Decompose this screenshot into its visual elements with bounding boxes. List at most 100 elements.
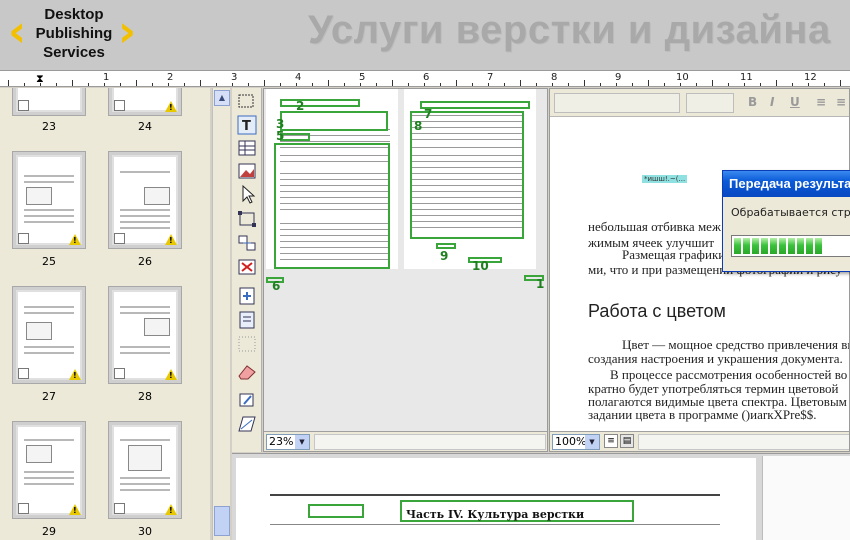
text-frame-tool-icon[interactable]: T bbox=[236, 115, 258, 135]
ruler-tick bbox=[8, 80, 9, 86]
progress-segment bbox=[788, 238, 795, 254]
chevron-down-icon[interactable]: ▼ bbox=[585, 435, 599, 449]
layout-horizontal-scrollbar[interactable] bbox=[314, 434, 546, 450]
ruler-tick bbox=[40, 83, 41, 86]
align-center-icon[interactable]: ≡ bbox=[836, 95, 846, 109]
page-thumbnail[interactable] bbox=[12, 421, 86, 519]
ruler-tick bbox=[664, 83, 665, 86]
page-thumbnail[interactable] bbox=[12, 286, 86, 384]
page-thumbnail[interactable] bbox=[108, 421, 182, 519]
skew-tool-icon[interactable] bbox=[236, 414, 258, 434]
ruler-tick bbox=[200, 80, 201, 86]
page-icon bbox=[18, 503, 29, 514]
page-thumbnail[interactable] bbox=[108, 88, 182, 116]
insert-page-tool-icon[interactable] bbox=[236, 310, 258, 330]
font-size-select[interactable] bbox=[686, 93, 734, 113]
rotate-tool-icon[interactable] bbox=[236, 390, 258, 410]
underline-icon[interactable]: U bbox=[790, 95, 800, 109]
unlink-frames-tool-icon[interactable] bbox=[236, 257, 258, 277]
layout-view[interactable]: 2 3 5 7 8 9 10 6 1 23% ▼ bbox=[263, 88, 548, 452]
text-frame[interactable] bbox=[274, 143, 390, 269]
page-thumbnails-panel: 23 24 25 26 27 28 29 30 bbox=[0, 88, 210, 540]
page-icon bbox=[114, 368, 125, 379]
page-thumbnail[interactable] bbox=[108, 286, 182, 384]
frame-number: 1 bbox=[536, 277, 545, 291]
page-thumbnail[interactable] bbox=[12, 151, 86, 249]
text-frame[interactable] bbox=[280, 111, 388, 131]
grid-tool-icon[interactable] bbox=[236, 334, 258, 354]
progress-segment bbox=[806, 238, 813, 254]
text-frame[interactable] bbox=[280, 99, 360, 107]
bold-icon[interactable]: B bbox=[748, 95, 757, 109]
ruler-tick bbox=[648, 80, 649, 86]
text-marker: *ишш!.~(... bbox=[642, 175, 688, 183]
normal-view-icon[interactable]: ≡ bbox=[604, 434, 618, 448]
editor-horizontal-scrollbar[interactable] bbox=[638, 434, 849, 450]
logo-line: Services bbox=[43, 44, 105, 61]
text-frame[interactable] bbox=[280, 133, 310, 141]
ruler-tick bbox=[760, 83, 761, 86]
picture-frame-tool-icon[interactable] bbox=[236, 161, 258, 181]
progress-segment bbox=[779, 238, 786, 254]
dialog-title[interactable]: Передача результа bbox=[723, 171, 850, 197]
ruler-tick bbox=[712, 80, 713, 86]
ruler-number: 2 bbox=[167, 72, 174, 83]
add-page-tool-icon[interactable] bbox=[236, 286, 258, 306]
ruler-tick bbox=[776, 80, 777, 86]
warning-icon bbox=[69, 504, 81, 515]
ruler-tick bbox=[104, 83, 105, 86]
banner-title: Услуги верстки и дизайна bbox=[308, 8, 831, 52]
editor-zoom-select[interactable]: 100% ▼ bbox=[552, 434, 600, 450]
layout-zoom-select[interactable]: 23% ▼ bbox=[266, 434, 310, 450]
italic-icon[interactable]: I bbox=[770, 95, 774, 109]
select-frame-tool-icon[interactable] bbox=[236, 209, 258, 229]
chevron-down-icon[interactable]: ▼ bbox=[295, 435, 309, 449]
editor-text-line: Размещая графики в bbox=[622, 247, 735, 262]
ruler-tick bbox=[216, 83, 217, 86]
text-frame[interactable] bbox=[420, 101, 530, 109]
ruler-number: 9 bbox=[615, 72, 622, 83]
page-preview[interactable]: Часть IV. Культура верстки bbox=[232, 453, 850, 540]
font-family-select[interactable] bbox=[554, 93, 680, 113]
ruler-number: 12 bbox=[804, 72, 817, 83]
ruler-tick bbox=[312, 83, 313, 86]
page-icon bbox=[18, 368, 29, 379]
pointer-tool-icon[interactable] bbox=[236, 184, 258, 204]
zoom-tool-icon[interactable] bbox=[236, 92, 258, 112]
ruler-tick bbox=[136, 80, 137, 86]
ruler-tick bbox=[472, 83, 473, 86]
thumbnails-scrollbar[interactable]: ▲ bbox=[212, 88, 230, 540]
ruler-tick bbox=[152, 83, 153, 86]
align-left-icon[interactable]: ≡ bbox=[816, 95, 826, 109]
ruler-number: 6 bbox=[423, 72, 430, 83]
ruler-number: 4 bbox=[295, 72, 302, 83]
editor-text-line: создания настроения и украшения документ… bbox=[588, 351, 843, 366]
frame-number: 10 bbox=[472, 259, 489, 273]
scroll-up-icon[interactable]: ▲ bbox=[214, 90, 230, 106]
horizontal-ruler[interactable]: ⧗ 1 2 3 4 5 6 7 8 9 10 11 12 bbox=[0, 70, 850, 87]
text-frame[interactable] bbox=[308, 504, 364, 518]
page-view-icon[interactable]: ▤ bbox=[620, 434, 634, 448]
ruler-tick bbox=[840, 80, 841, 86]
link-frames-tool-icon[interactable] bbox=[236, 233, 258, 253]
progress-segment bbox=[743, 238, 750, 254]
scrollbar-thumb[interactable] bbox=[214, 506, 230, 536]
editor-text-line: задании цвета в программе ()иаrкХPre$$. bbox=[588, 407, 817, 422]
page-thumbnail[interactable] bbox=[12, 88, 86, 116]
ruler-tick bbox=[440, 83, 441, 86]
ruler-tick bbox=[456, 80, 457, 86]
page-number: 29 bbox=[42, 525, 56, 538]
page-number: 30 bbox=[138, 525, 152, 538]
dialog-message: Обрабатывается стран bbox=[731, 206, 850, 219]
table-tool-icon[interactable] bbox=[236, 138, 258, 158]
editor-text-line: небольшая отбивка меж bbox=[588, 219, 721, 234]
text-frame[interactable] bbox=[410, 111, 524, 239]
ruler-tick bbox=[248, 83, 249, 86]
ruler-tick bbox=[344, 83, 345, 86]
ruler-number: 7 bbox=[487, 72, 494, 83]
ruler-tick bbox=[520, 80, 521, 86]
page-thumbnail[interactable] bbox=[108, 151, 182, 249]
eraser-tool-icon[interactable] bbox=[236, 362, 258, 382]
progress-segment bbox=[761, 238, 768, 254]
preview-heading: Часть IV. Культура верстки bbox=[406, 508, 585, 521]
